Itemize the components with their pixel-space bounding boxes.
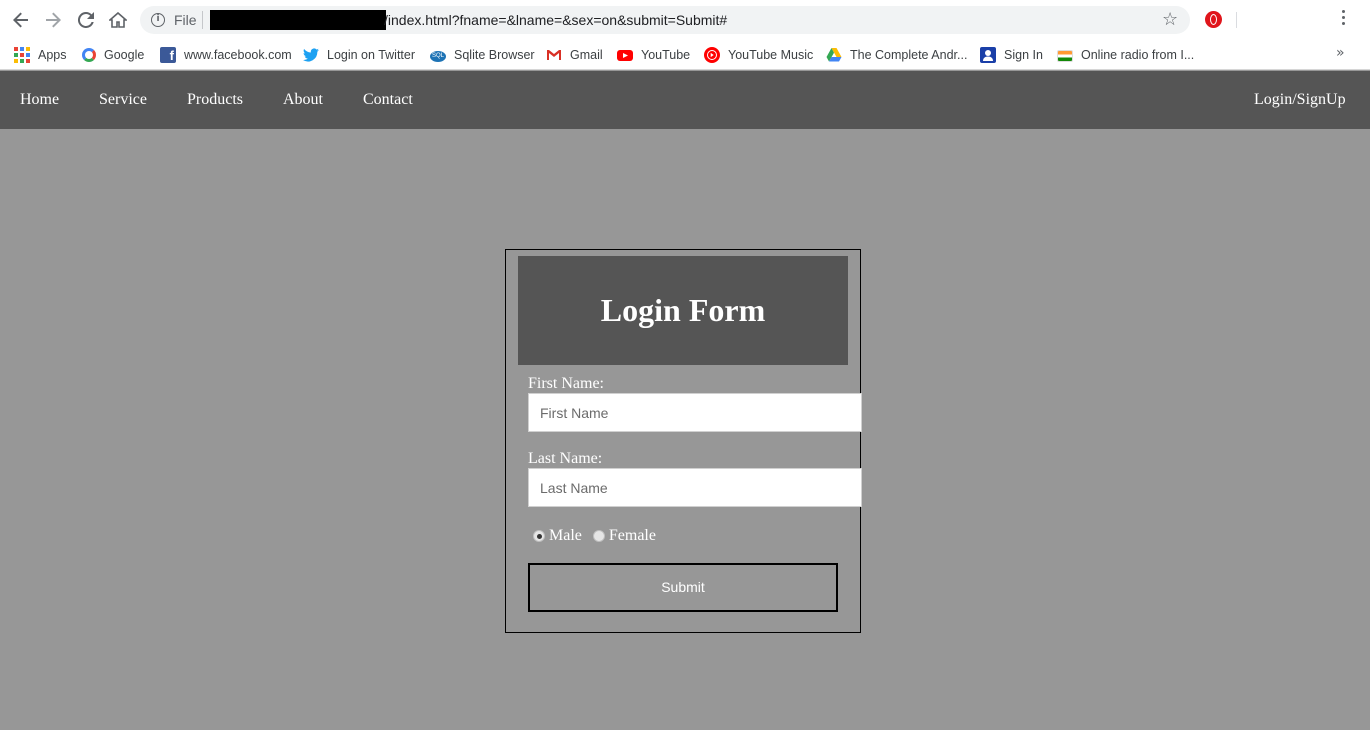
- facebook-icon: f: [160, 47, 176, 63]
- nav-contact[interactable]: Contact: [363, 91, 413, 109]
- toolbar-divider: [1236, 12, 1237, 28]
- redacted-path: [210, 10, 386, 30]
- browser-toolbar: i File /index.html?fname=&lname=&sex=on&…: [0, 0, 1370, 40]
- info-icon[interactable]: i: [151, 13, 165, 27]
- first-name-label: First Name:: [528, 375, 604, 392]
- bookmark-google[interactable]: Google: [82, 44, 144, 66]
- female-radio[interactable]: [592, 530, 605, 542]
- forward-icon[interactable]: [41, 8, 65, 32]
- bookmark-label: Login on Twitter: [327, 48, 416, 62]
- bookmark-youtube[interactable]: YouTube: [617, 44, 690, 66]
- male-radio[interactable]: [533, 530, 545, 542]
- sign-in-icon: [980, 47, 996, 63]
- submit-button[interactable]: Submit: [528, 563, 838, 612]
- bookmark-gmail[interactable]: Gmail: [546, 44, 603, 66]
- bookmark-star-icon[interactable]: ☆: [1162, 9, 1178, 30]
- login-form: Login Form First Name: Last Name: Male F…: [505, 249, 862, 633]
- sqlite-icon: SQL: [430, 51, 446, 62]
- address-bar[interactable]: i File /index.html?fname=&lname=&sex=on&…: [140, 6, 1190, 34]
- opera-extension-icon[interactable]: [1205, 11, 1222, 28]
- bookmark-label: www.facebook.com: [184, 48, 292, 62]
- india-flag-icon: [1057, 50, 1073, 62]
- bookmark-label: Sqlite Browser: [454, 48, 535, 62]
- bookmark-label: Online radio from I...: [1081, 48, 1195, 62]
- female-label: Female: [608, 527, 656, 544]
- google-drive-icon: [826, 47, 842, 63]
- bookmark-facebook[interactable]: f www.facebook.com: [160, 44, 292, 66]
- bookmark-label: YouTube Music: [728, 48, 814, 62]
- bookmark-sign-in[interactable]: Sign In: [980, 44, 1043, 66]
- form-header: Login Form: [518, 256, 848, 365]
- first-name-input[interactable]: [528, 393, 862, 432]
- nav-service[interactable]: Service: [99, 91, 147, 109]
- apps-grid-icon: [14, 47, 30, 63]
- more-bookmarks-icon[interactable]: »: [1336, 45, 1345, 61]
- youtube-music-icon: [704, 47, 720, 63]
- file-label: File: [174, 12, 197, 28]
- last-name-label: Last Name:: [528, 450, 603, 467]
- nav-products[interactable]: Products: [187, 91, 243, 109]
- sex-radio-group: Male Female: [533, 526, 667, 546]
- bookmark-label: The Complete Andr...: [850, 48, 968, 62]
- nav-login-signup[interactable]: Login/SignUp: [1254, 91, 1346, 109]
- reload-icon[interactable]: [74, 8, 98, 32]
- bookmarks-bar: Apps Google f www.facebook.com Login on …: [0, 40, 1370, 70]
- form-title: Login Form: [600, 292, 766, 328]
- browser-menu-icon[interactable]: [1342, 10, 1346, 28]
- male-label: Male: [549, 527, 582, 544]
- bookmark-label: Sign In: [1004, 48, 1043, 62]
- bookmark-apps[interactable]: Apps: [14, 44, 67, 66]
- gmail-icon: [546, 47, 562, 63]
- url-text[interactable]: /index.html?fname=&lname=&sex=on&submit=…: [384, 12, 727, 28]
- site-navbar: Home Service Products About Contact Logi…: [0, 71, 1370, 129]
- bookmark-youtube-music[interactable]: YouTube Music: [704, 44, 813, 66]
- bookmark-label: Gmail: [570, 48, 603, 62]
- last-name-input[interactable]: [528, 468, 862, 507]
- bookmark-label: Google: [104, 48, 145, 62]
- bookmark-label: YouTube: [641, 48, 691, 62]
- twitter-icon: [303, 47, 319, 63]
- home-icon[interactable]: [106, 8, 130, 32]
- omnibox-divider: [202, 11, 203, 29]
- bookmark-twitter[interactable]: Login on Twitter: [303, 44, 415, 66]
- bookmark-label: Apps: [38, 48, 67, 62]
- nav-home[interactable]: Home: [20, 91, 59, 109]
- google-icon: [82, 48, 96, 62]
- youtube-icon: [617, 47, 633, 63]
- bookmark-complete-android[interactable]: The Complete Andr...: [826, 44, 967, 66]
- bookmark-online-radio[interactable]: Online radio from I...: [1057, 44, 1194, 66]
- nav-about[interactable]: About: [283, 91, 323, 109]
- bookmark-sqlite[interactable]: SQL Sqlite Browser: [430, 44, 535, 66]
- back-icon[interactable]: [9, 8, 33, 32]
